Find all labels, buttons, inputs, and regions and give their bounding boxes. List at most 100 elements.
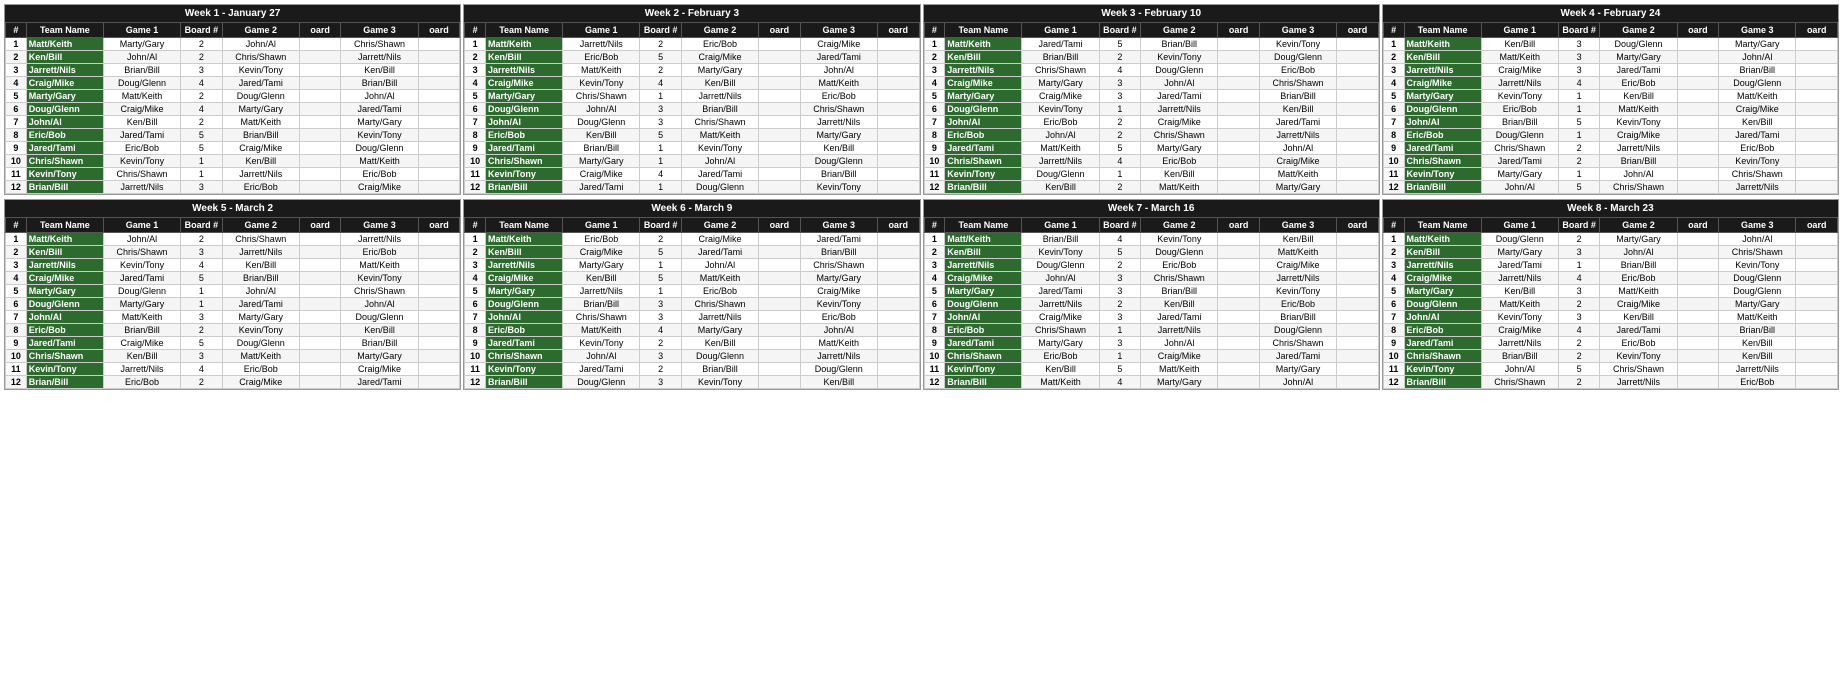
game1-opponent: Craig/Mike — [1481, 324, 1558, 337]
col-header: # — [924, 23, 945, 38]
board2-num — [1218, 168, 1260, 181]
board1-num: 1 — [640, 142, 682, 155]
game1-opponent: Craig/Mike — [1022, 90, 1099, 103]
game3-opponent: Eric/Bob — [341, 246, 418, 259]
game3-opponent: Matt/Keith — [800, 337, 877, 350]
game2-opponent: Jarrett/Nils — [1141, 324, 1218, 337]
top-weeks-row: Week 1 - January 27#Team NameGame 1Board… — [4, 4, 1839, 195]
board1-num: 4 — [1099, 376, 1141, 389]
board1-num: 4 — [640, 324, 682, 337]
board1-num: 1 — [1099, 350, 1141, 363]
team-name: Kevin/Tony — [1404, 363, 1481, 376]
row-number: 11 — [465, 363, 486, 376]
game3-opponent: Jared/Tami — [1259, 116, 1336, 129]
board2-num — [1218, 77, 1260, 90]
game3-opponent: Eric/Bob — [1259, 298, 1336, 311]
board1-num: 5 — [181, 337, 223, 350]
board3-num — [1796, 363, 1838, 376]
col-header: oard — [299, 218, 341, 233]
row-number: 3 — [465, 64, 486, 77]
board2-num — [299, 181, 341, 194]
board3-num — [1337, 155, 1379, 168]
col-header: Game 1 — [1022, 23, 1099, 38]
row-number: 1 — [6, 233, 27, 246]
team-name: Jared/Tami — [26, 142, 103, 155]
board1-num: 5 — [640, 129, 682, 142]
game2-opponent: John/Al — [681, 259, 758, 272]
team-name: Doug/Glenn — [945, 103, 1022, 116]
board2-num — [1677, 350, 1719, 363]
game3-opponent: Marty/Gary — [341, 350, 418, 363]
board1-num: 4 — [1558, 77, 1600, 90]
row-number: 5 — [6, 90, 27, 103]
game3-opponent: Brian/Bill — [341, 337, 418, 350]
row-number: 6 — [465, 298, 486, 311]
team-name: Matt/Keith — [486, 233, 563, 246]
game3-opponent: Brian/Bill — [800, 168, 877, 181]
board1-num: 3 — [640, 298, 682, 311]
board1-num: 5 — [1558, 116, 1600, 129]
board3-num — [1337, 77, 1379, 90]
game2-opponent: Matt/Keith — [681, 129, 758, 142]
board3-num — [1796, 116, 1838, 129]
row-number: 7 — [465, 116, 486, 129]
col-header: oard — [759, 218, 801, 233]
team-name: Marty/Gary — [945, 285, 1022, 298]
team-name: John/Al — [945, 116, 1022, 129]
board1-num: 3 — [640, 103, 682, 116]
row-number: 7 — [924, 311, 945, 324]
team-name: Jarrett/Nils — [945, 64, 1022, 77]
game2-opponent: Craig/Mike — [222, 142, 299, 155]
col-header: Team Name — [26, 23, 103, 38]
team-name: John/Al — [486, 116, 563, 129]
game1-opponent: Craig/Mike — [103, 103, 180, 116]
game1-opponent: Jarrett/Nils — [103, 363, 180, 376]
game3-opponent: Marty/Gary — [1259, 363, 1336, 376]
team-name: Ken/Bill — [945, 246, 1022, 259]
team-name: Jarrett/Nils — [1404, 259, 1481, 272]
game3-opponent: Brian/Bill — [1259, 311, 1336, 324]
board1-num: 3 — [1099, 77, 1141, 90]
board2-num — [759, 285, 801, 298]
board1-num: 2 — [1558, 298, 1600, 311]
game2-opponent: Doug/Glenn — [1141, 64, 1218, 77]
team-name: Ken/Bill — [26, 246, 103, 259]
col-header: Game 1 — [103, 218, 180, 233]
game3-opponent: Jared/Tami — [341, 103, 418, 116]
board1-num: 3 — [640, 116, 682, 129]
game2-opponent: Chris/Shawn — [681, 298, 758, 311]
team-name: Jarrett/Nils — [26, 259, 103, 272]
team-name: John/Al — [1404, 116, 1481, 129]
board3-num — [418, 181, 460, 194]
game3-opponent: Chris/Shawn — [1259, 337, 1336, 350]
board3-num — [1796, 129, 1838, 142]
game1-opponent: Matt/Keith — [563, 324, 640, 337]
team-name: Kevin/Tony — [26, 363, 103, 376]
game3-opponent: Ken/Bill — [1259, 233, 1336, 246]
game3-opponent: Eric/Bob — [800, 311, 877, 324]
board1-num: 2 — [1558, 155, 1600, 168]
board3-num — [418, 298, 460, 311]
board3-num — [418, 246, 460, 259]
game1-opponent: Chris/Shawn — [563, 311, 640, 324]
game2-opponent: John/Al — [1141, 77, 1218, 90]
row-number: 12 — [465, 181, 486, 194]
game3-opponent: Eric/Bob — [1719, 376, 1796, 389]
board3-num — [877, 90, 919, 103]
game1-opponent: John/Al — [1022, 272, 1099, 285]
week-header: Week 1 - January 27 — [5, 5, 460, 22]
game3-opponent: Jared/Tami — [1719, 129, 1796, 142]
board3-num — [418, 142, 460, 155]
game3-opponent: Ken/Bill — [1719, 116, 1796, 129]
board3-num — [877, 285, 919, 298]
row-number: 6 — [6, 103, 27, 116]
game1-opponent: Chris/Shawn — [563, 90, 640, 103]
board1-num: 3 — [181, 350, 223, 363]
board2-num — [299, 363, 341, 376]
row-number: 10 — [1383, 155, 1404, 168]
game2-opponent: Eric/Bob — [1141, 259, 1218, 272]
board3-num — [1337, 64, 1379, 77]
game1-opponent: Kevin/Tony — [103, 259, 180, 272]
game2-opponent: Ken/Bill — [222, 155, 299, 168]
col-header: Game 1 — [1481, 23, 1558, 38]
